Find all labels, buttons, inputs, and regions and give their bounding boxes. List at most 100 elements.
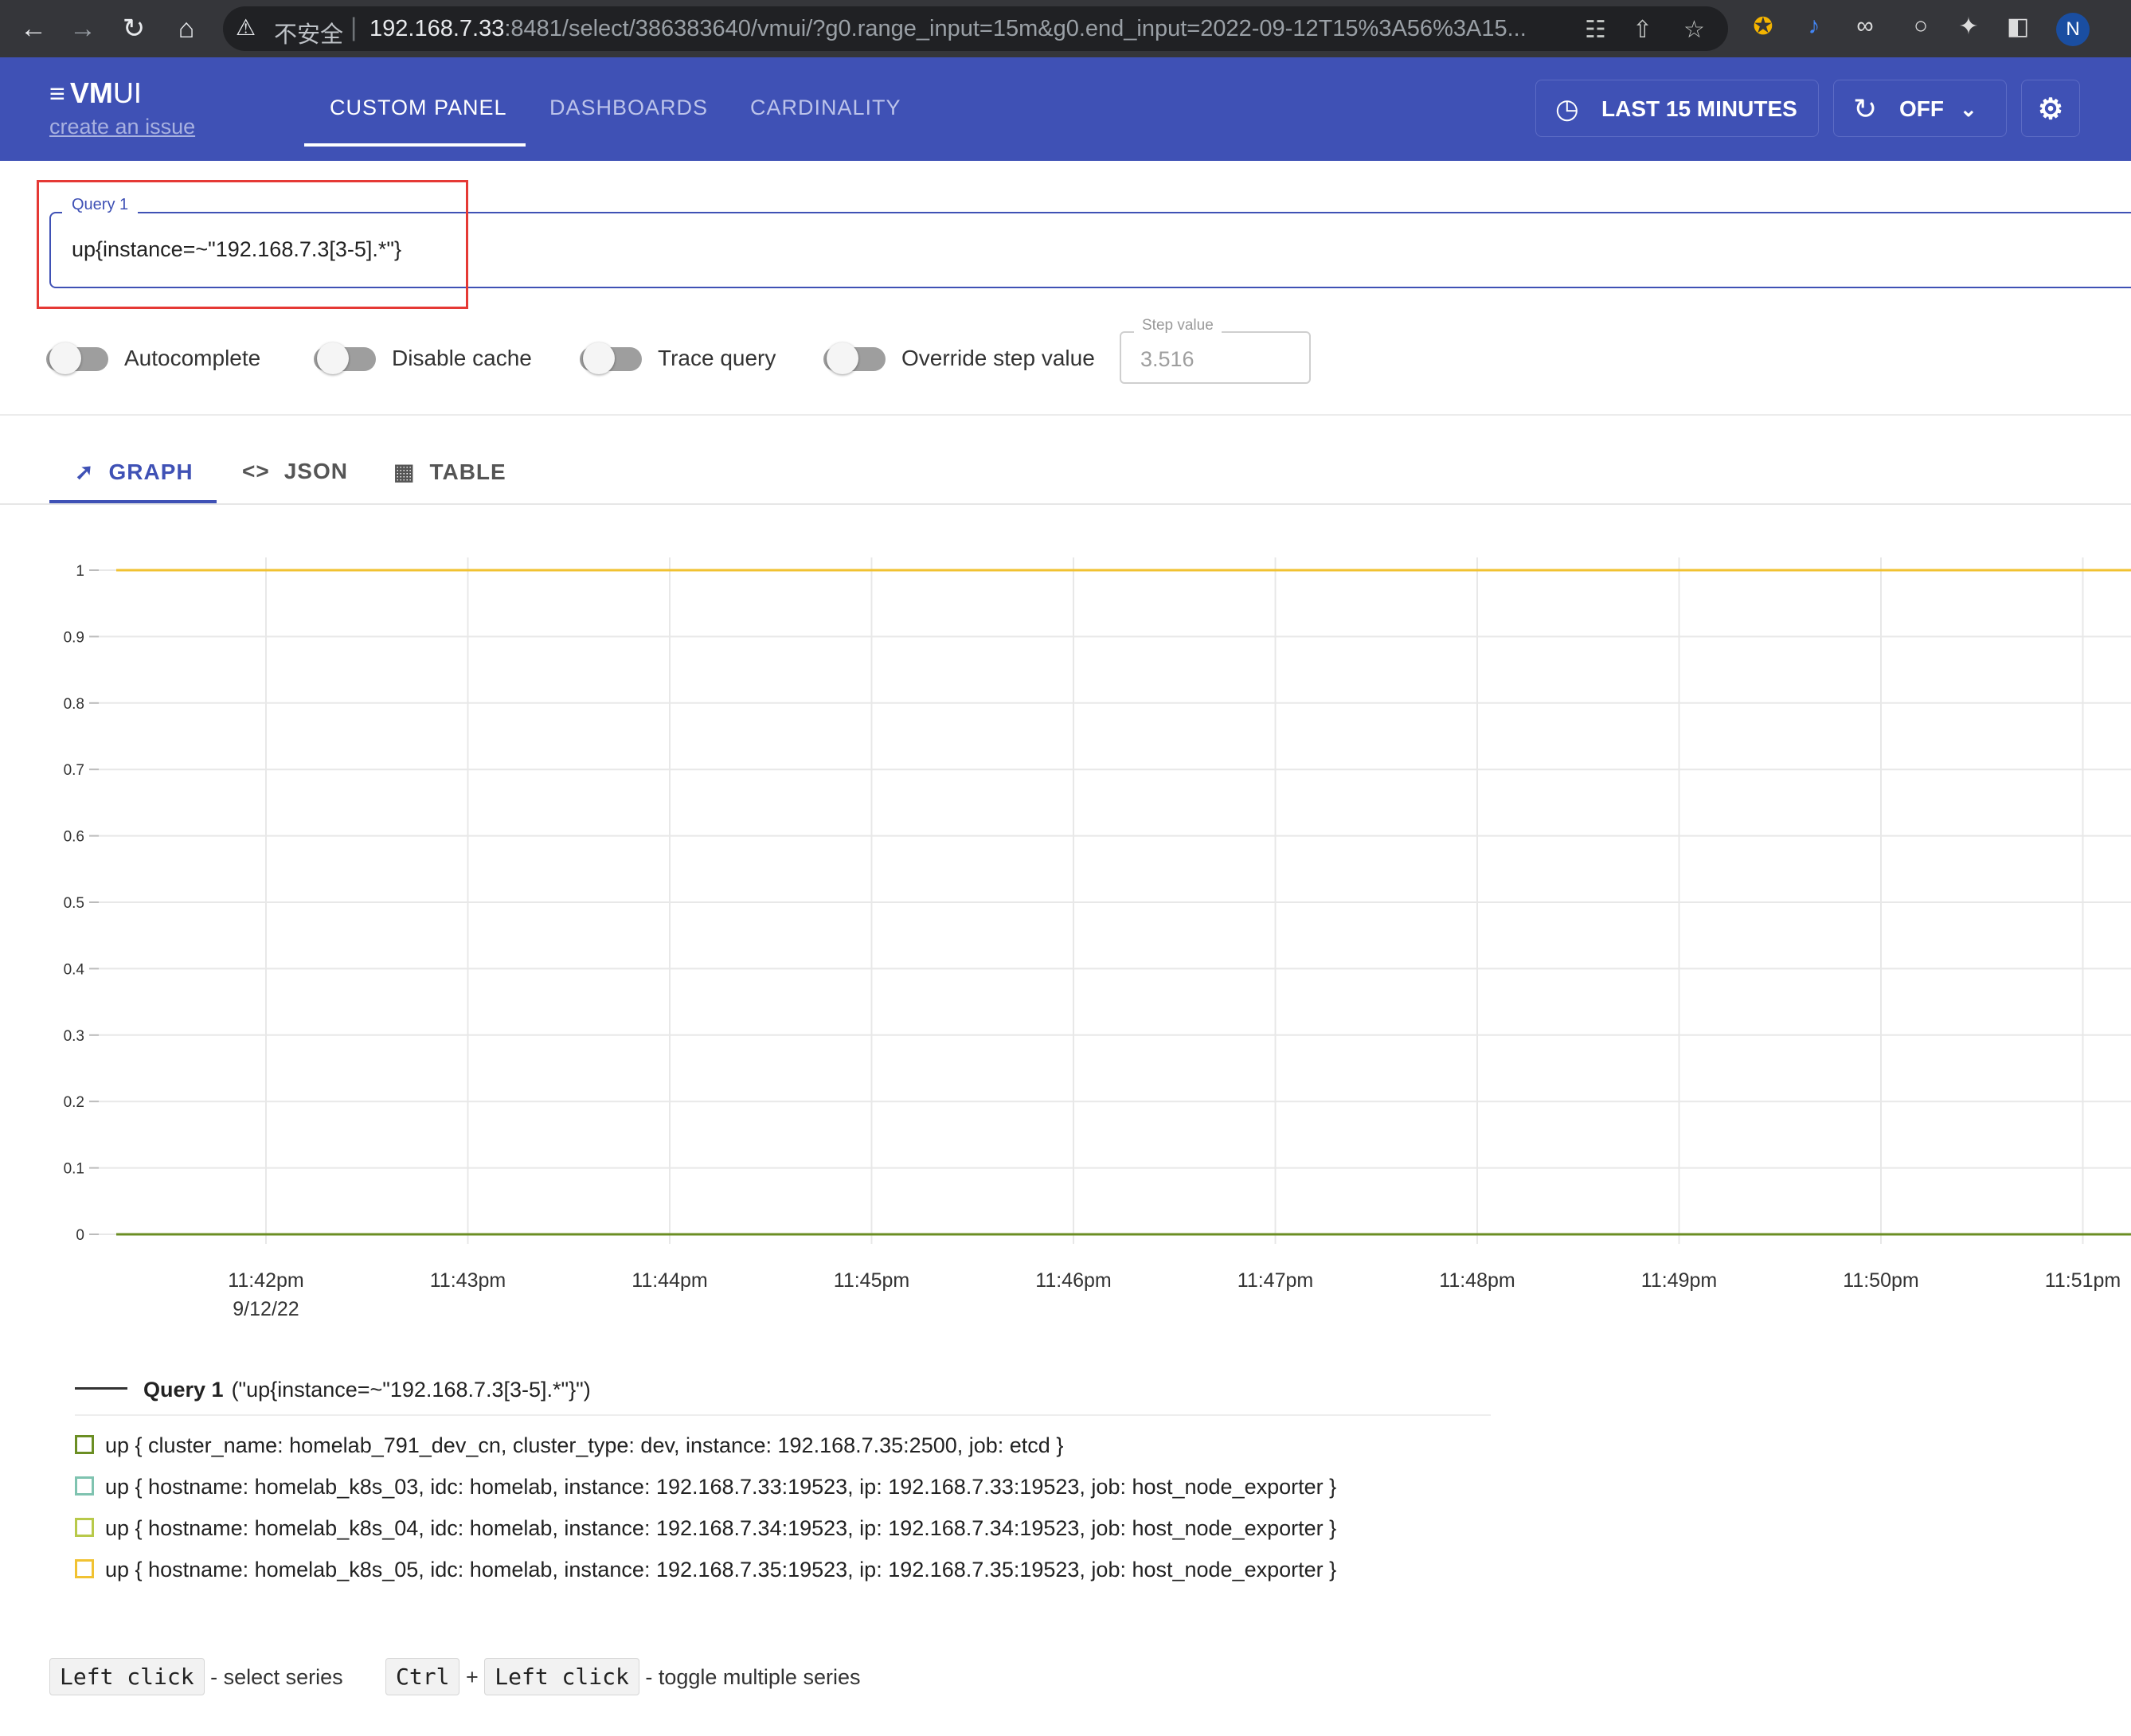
share-icon[interactable]: ⇧: [1632, 16, 1652, 44]
x-date-label: 9/12/22: [233, 1298, 299, 1320]
url-path: :8481/select/386383640/vmui/?g0.range_in…: [504, 16, 1527, 41]
extension-chat-icon[interactable]: ○: [1905, 13, 1937, 40]
legend-item[interactable]: up { hostname: homelab_k8s_04, idc: home…: [75, 1516, 1336, 1541]
x-tick-label: 11:48pm: [1439, 1269, 1515, 1292]
legend-item[interactable]: up { hostname: homelab_k8s_03, idc: home…: [75, 1475, 1336, 1499]
y-tick-label: 0.8: [64, 696, 84, 713]
tab-json[interactable]: <> JSON: [242, 459, 348, 484]
hint-toggle-multiple: Ctrl + Left click - toggle multiple seri…: [385, 1658, 860, 1695]
y-tick-label: 1: [76, 563, 84, 580]
forward-arrow-icon[interactable]: →: [65, 11, 100, 46]
tab-dashboards[interactable]: DASHBOARDS: [549, 96, 708, 120]
hint-plus: +: [465, 1665, 479, 1689]
legend-item-label: up { hostname: homelab_k8s_04, idc: home…: [105, 1516, 1337, 1540]
disable-cache-label: Disable cache: [392, 346, 532, 370]
kbd-ctrl: Ctrl: [385, 1658, 460, 1695]
url-text: 192.168.7.33:8481/select/386383640/vmui/…: [370, 16, 1527, 42]
x-tick-label: 11:51pm: [2045, 1269, 2121, 1292]
y-tick-label: 0.3: [64, 1028, 84, 1045]
time-range-button[interactable]: ◷ LAST 15 MINUTES: [1535, 80, 1819, 137]
override-step-label: Override step value: [901, 346, 1095, 370]
x-tick-label: 11:43pm: [430, 1269, 506, 1292]
profile-avatar[interactable]: N: [2056, 13, 2090, 46]
legend-item[interactable]: up { hostname: homelab_k8s_05, idc: home…: [75, 1558, 1336, 1582]
translate-icon[interactable]: ☷: [1585, 16, 1606, 44]
step-value-label: Step value: [1142, 317, 1214, 334]
code-icon: <>: [242, 459, 270, 483]
y-tick-label: 0.6: [64, 829, 84, 846]
refresh-icon: ↻: [1853, 92, 1878, 125]
line-chart[interactable]: 10.90.80.70.60.50.40.30.20.10 11:42pm 11:…: [0, 542, 2131, 1338]
create-issue-link[interactable]: create an issue: [49, 115, 195, 139]
warning-icon: ⚠: [236, 15, 256, 40]
hint-select-series: Left click - select series: [49, 1658, 343, 1695]
legend-query-label: Query 1: [143, 1378, 224, 1402]
trace-query-label: Trace query: [658, 346, 776, 370]
gear-icon: ⚙: [2037, 92, 2064, 125]
kbd-left-click: Left click: [49, 1658, 205, 1695]
tab-graph[interactable]: ➚ GRAPH: [75, 459, 194, 485]
legend-query-header: Query 1 ("up{instance=~"192.168.7.3[3-5].…: [75, 1378, 591, 1402]
x-tick-label: 11:42pm: [228, 1269, 303, 1292]
disable-cache-toggle[interactable]: [314, 341, 376, 376]
step-value-input[interactable]: 3.516: [1140, 347, 1195, 372]
x-tick-label: 11:49pm: [1641, 1269, 1717, 1292]
address-bar[interactable]: ⚠ 不安全 | 192.168.7.33:8481/select/3863836…: [223, 6, 1728, 51]
bookmark-star-icon[interactable]: ☆: [1683, 16, 1705, 44]
tab-custom-panel[interactable]: CUSTOM PANEL: [330, 96, 507, 120]
legend-query-line: [75, 1387, 127, 1390]
tab-table[interactable]: ▦ TABLE: [393, 459, 506, 485]
line-chart-icon: ➚: [75, 459, 95, 484]
side-panel-icon[interactable]: ◧: [2002, 13, 2034, 41]
insecure-label: 不安全: [274, 22, 344, 48]
tab-json-label: JSON: [283, 459, 348, 483]
legend-divider: [75, 1414, 1491, 1416]
legend-color-swatch: [75, 1434, 94, 1454]
y-tick-label: 0.1: [64, 1161, 84, 1178]
back-arrow-icon[interactable]: ←: [16, 11, 51, 46]
clock-icon: ◷: [1555, 94, 1579, 124]
vmui-logo[interactable]: ≡ VMUI: [49, 76, 142, 110]
step-label-container: Step value: [1134, 317, 1222, 334]
logo-layers-icon: ≡: [49, 79, 65, 109]
chart-grid-horizontal: [89, 569, 2131, 1235]
chart-x-ticks: 11:42pm 11:43pm 11:44pm 11:45pm 11:46pm 11:47…: [228, 1269, 2121, 1320]
chart-grid-vertical: [265, 557, 2084, 1244]
y-tick-label: 0: [76, 1227, 84, 1244]
active-tab-indicator: [304, 143, 526, 147]
x-tick-label: 11:50pm: [1843, 1269, 1918, 1292]
legend-item-label: up { hostname: homelab_k8s_05, idc: home…: [105, 1558, 1337, 1582]
chevron-down-icon: ⌄: [1960, 97, 1977, 121]
browser-toolbar: ← → ↻ ⌂ ⚠ 不安全 | 192.168.7.33:8481/select…: [0, 0, 2131, 57]
hint-toggle-text: - toggle multiple series: [645, 1665, 861, 1689]
y-tick-label: 0.7: [64, 762, 84, 779]
extension-music-icon[interactable]: ♪: [1798, 13, 1830, 40]
x-tick-label: 11:47pm: [1238, 1269, 1313, 1292]
autocomplete-toggle[interactable]: [46, 341, 108, 376]
settings-button[interactable]: ⚙: [2021, 80, 2080, 137]
tab-cardinality[interactable]: CARDINALITY: [750, 96, 901, 120]
legend-color-swatch: [75, 1517, 94, 1537]
home-icon[interactable]: ⌂: [169, 11, 204, 46]
x-tick-label: 11:46pm: [1035, 1269, 1111, 1292]
extension-infinity-icon[interactable]: ∞: [1849, 13, 1881, 40]
override-step-toggle[interactable]: [823, 341, 886, 376]
url-separator: |: [350, 13, 358, 41]
table-icon: ▦: [393, 459, 416, 484]
legend-query-expr: ("up{instance=~"192.168.7.3[3-5].*"}"): [231, 1378, 591, 1402]
view-tab-divider: [0, 503, 2131, 505]
app-header: ≡ VMUI create an issue CUSTOM PANEL DASHB…: [0, 57, 2131, 161]
legend-item-label: up { cluster_name: homelab_791_dev_cn, c…: [105, 1433, 1064, 1457]
reload-icon[interactable]: ↻: [116, 11, 151, 46]
trace-query-toggle[interactable]: [580, 341, 642, 376]
y-tick-label: 0.2: [64, 1094, 84, 1111]
y-tick-label: 0.4: [64, 961, 85, 978]
autocomplete-label: Autocomplete: [124, 346, 261, 370]
extension-star-icon[interactable]: ✪: [1747, 13, 1779, 41]
extensions-puzzle-icon[interactable]: ✦: [1953, 13, 1984, 41]
legend-item[interactable]: up { cluster_name: homelab_791_dev_cn, c…: [75, 1433, 1063, 1458]
chart-y-ticks: 1 0.9 0.8 0.7 0.6 0.5 0.4 0.3 0.2 0.1 0: [64, 563, 85, 1244]
auto-refresh-button[interactable]: ↻ OFF ⌄: [1833, 80, 2007, 137]
legend-color-swatch: [75, 1476, 94, 1496]
x-tick-label: 11:45pm: [834, 1269, 909, 1292]
